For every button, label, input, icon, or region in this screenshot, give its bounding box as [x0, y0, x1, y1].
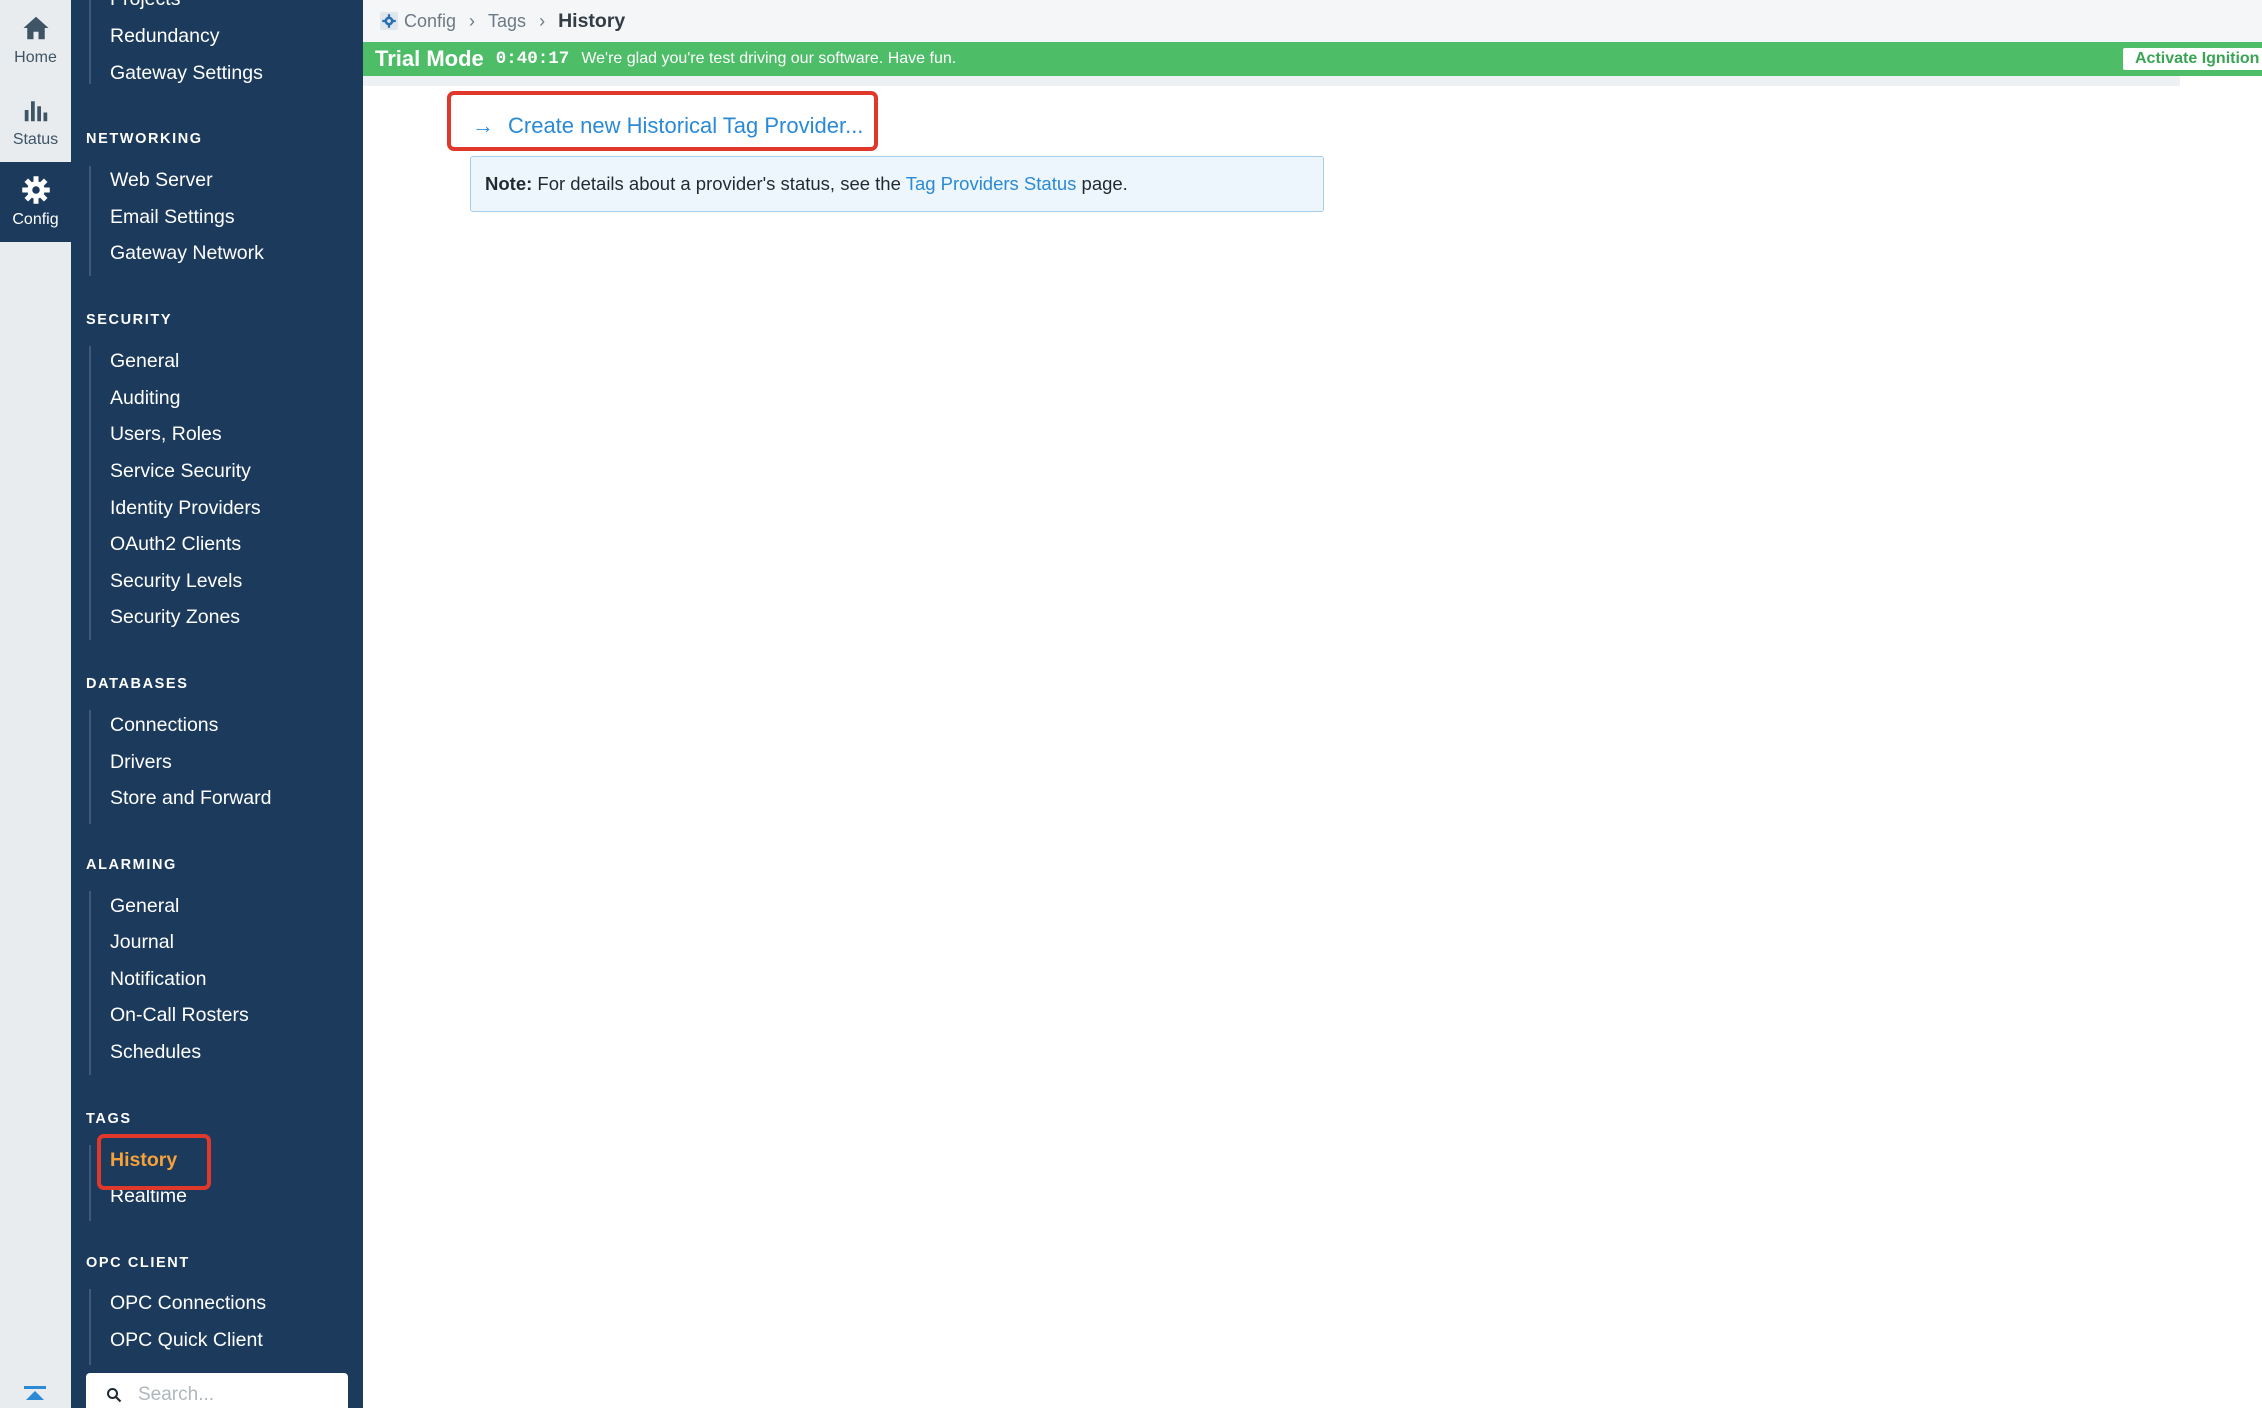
tag-providers-status-link[interactable]: Tag Providers Status [906, 173, 1077, 194]
breadcrumb-current: History [558, 9, 626, 32]
note-label: Note: [485, 173, 533, 194]
home-icon [23, 16, 48, 40]
nav-item-realtime[interactable]: Realtime [110, 1185, 187, 1208]
note-text: For details about a provider's status, s… [537, 173, 901, 194]
config-nav: Projects Redundancy Gateway Settings NET… [71, 0, 363, 1408]
nav-search-input[interactable] [136, 1383, 330, 1407]
nav-rail-line [89, 710, 91, 824]
nav-search-box[interactable] [86, 1373, 348, 1408]
nav-rail-line [89, 1289, 91, 1365]
nav-item-auditing[interactable]: Auditing [110, 387, 180, 410]
rail-status[interactable]: Status [0, 82, 71, 162]
rail-home-label: Home [14, 49, 57, 66]
icon-rail: Home Status Config [0, 0, 71, 1408]
trial-timer: 0:40:17 [495, 49, 570, 69]
activate-ignition-button[interactable]: Activate Ignition [2123, 48, 2262, 70]
nav-item-notification[interactable]: Notification [110, 968, 206, 991]
nav-heading-security: SECURITY [86, 312, 173, 328]
banner-shadow [363, 76, 2180, 86]
nav-rail-line [89, 891, 91, 1075]
arrow-right-icon: → [472, 113, 494, 138]
nav-heading-databases: DATABASES [86, 676, 189, 692]
nav-item-opc-quick-client[interactable]: OPC Quick Client [110, 1329, 263, 1352]
rail-home[interactable]: Home [0, 0, 71, 80]
nav-item-oauth2-clients[interactable]: OAuth2 Clients [110, 533, 241, 556]
nav-item-gateway-settings[interactable]: Gateway Settings [110, 62, 263, 85]
nav-item-alarming-general[interactable]: General [110, 895, 179, 918]
note-suffix: page. [1081, 173, 1128, 194]
nav-item-web-server[interactable]: Web Server [110, 169, 213, 192]
nav-item-history[interactable]: History [110, 1149, 177, 1172]
note-box: Note: For details about a provider's sta… [470, 156, 1324, 212]
rail-status-label: Status [12, 131, 59, 148]
nav-item-journal[interactable]: Journal [110, 931, 174, 954]
nav-item-connections[interactable]: Connections [110, 714, 218, 737]
rail-config[interactable]: Config [0, 162, 71, 242]
trial-title: Trial Mode [375, 46, 484, 71]
gear-icon [21, 176, 50, 204]
nav-item-schedules[interactable]: Schedules [110, 1041, 201, 1064]
nav-item-projects[interactable]: Projects [110, 0, 180, 11]
nav-heading-networking: NETWORKING [86, 131, 203, 147]
nav-item-redundancy[interactable]: Redundancy [110, 25, 220, 48]
nav-item-users-roles[interactable]: Users, Roles [110, 423, 222, 446]
breadcrumb: Config › Tags › History [363, 0, 2262, 42]
gear-icon [380, 12, 398, 30]
nav-item-identity-providers[interactable]: Identity Providers [110, 497, 261, 520]
nav-item-gateway-network[interactable]: Gateway Network [110, 242, 264, 265]
trial-mode-banner: Trial Mode 0:40:17 We're glad you're tes… [363, 42, 2262, 76]
rail-config-label: Config [12, 211, 59, 228]
nav-item-email-settings[interactable]: Email Settings [110, 206, 235, 229]
nav-item-drivers[interactable]: Drivers [110, 751, 172, 774]
trial-message: We're glad you're test driving our softw… [581, 50, 957, 67]
breadcrumb-tags[interactable]: Tags [488, 11, 526, 32]
nav-item-security-general[interactable]: General [110, 350, 179, 373]
nav-heading-opc-client: OPC CLIENT [86, 1255, 190, 1271]
search-icon [107, 1388, 122, 1403]
create-link-label: Create new Historical Tag Provider... [508, 113, 864, 138]
nav-item-service-security[interactable]: Service Security [110, 460, 251, 483]
breadcrumb-config[interactable]: Config [380, 11, 456, 32]
chevron-right-icon: › [469, 10, 476, 31]
nav-rail-line [89, 1145, 91, 1221]
nav-rail-line [89, 166, 91, 276]
nav-heading-tags: TAGS [86, 1111, 132, 1127]
nav-item-on-call-rosters[interactable]: On-Call Rosters [110, 1004, 249, 1027]
create-historical-provider-link[interactable]: → Create new Historical Tag Provider... [472, 113, 863, 139]
collapse-icon[interactable] [14, 1384, 56, 1408]
nav-item-store-and-forward[interactable]: Store and Forward [110, 787, 272, 810]
nav-heading-alarming: ALARMING [86, 857, 177, 873]
nav-item-security-levels[interactable]: Security Levels [110, 570, 242, 593]
nav-rail-line [89, 346, 91, 640]
chevron-right-icon: › [539, 10, 546, 31]
nav-item-security-zones[interactable]: Security Zones [110, 606, 240, 629]
bar-chart-icon [24, 101, 47, 122]
nav-rail-line [89, 0, 91, 84]
nav-item-opc-connections[interactable]: OPC Connections [110, 1292, 266, 1315]
breadcrumb-config-label: Config [404, 10, 457, 31]
